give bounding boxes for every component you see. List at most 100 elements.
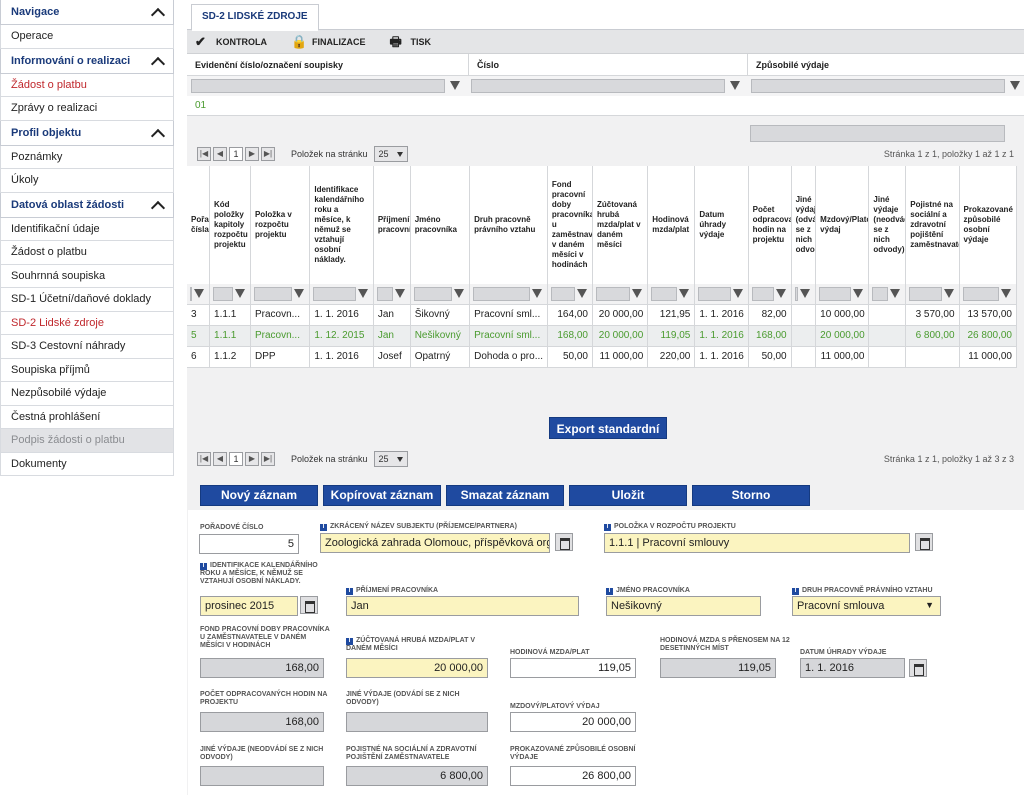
last-page-button[interactable]: ▶|: [261, 452, 275, 466]
list-picker-icon[interactable]: [915, 533, 933, 551]
finalizace-button[interactable]: 🔒 FINALIZACE: [291, 34, 366, 49]
filter-input[interactable]: [698, 286, 743, 301]
column-header[interactable]: Druh pracovně právního vztahu: [469, 166, 548, 284]
druh-select[interactable]: Pracovní smlouva ▼: [792, 596, 941, 616]
column-header[interactable]: Příjmení pracovníka: [373, 166, 411, 284]
column-header[interactable]: Jiné výdaje (neodvádí se z nich odvody): [868, 166, 907, 284]
filter-input[interactable]: [413, 286, 465, 301]
sidebar-item-poznamky[interactable]: Poznámky: [0, 145, 174, 169]
export-standard-button[interactable]: Export standardní: [549, 417, 667, 439]
sidebar-item-zpravy[interactable]: Zprávy o realizaci: [0, 97, 174, 121]
copy-record-button[interactable]: Kopírovat záznam: [323, 485, 441, 506]
table-row[interactable]: 5 1.1.1 Pracovn... 1. 12. 2015 Jan Nešikovný P…: [187, 325, 1018, 347]
tab-sd2-lidske-zdroje[interactable]: SD-2 LIDSKÉ ZDROJE: [191, 4, 319, 31]
calendar-icon[interactable]: [300, 596, 318, 614]
first-page-button[interactable]: |◀: [197, 452, 211, 466]
filter-input[interactable]: [253, 286, 305, 301]
sidebar-item-sd3[interactable]: SD-3 Cestovní náhrady: [0, 335, 174, 359]
column-header[interactable]: Číslo: [469, 54, 748, 75]
hruba-mzda-field[interactable]: 20 000,00: [346, 658, 488, 678]
tisk-button[interactable]: 🖶 TISK: [390, 34, 432, 49]
chevron-up-icon[interactable]: [151, 6, 163, 18]
cancel-button[interactable]: Storno: [692, 485, 810, 506]
sidebar-item-zadost-o-platbu[interactable]: Žádost o platbu: [0, 73, 174, 97]
sidebar-item-sd2[interactable]: SD-2 Lidské zdroje: [0, 311, 174, 335]
sidebar-section-informovani[interactable]: Informování o realizaci: [0, 48, 174, 74]
page-number[interactable]: 1: [229, 147, 243, 161]
polozka-field[interactable]: 1.1.1 | Pracovní smlouvy: [604, 533, 910, 553]
jmeno-field[interactable]: Nešikovný: [606, 596, 761, 616]
prijmeni-field[interactable]: Jan: [346, 596, 579, 616]
column-header[interactable]: Prokazované způsobilé osobní výdaje: [959, 166, 1018, 284]
subjekt-field[interactable]: Zoologická zahrada Olomouc, příspěvková …: [320, 533, 550, 553]
column-header[interactable]: Hodinová mzda/plat: [647, 166, 696, 284]
kontrola-button[interactable]: ✔ KONTROLA: [195, 34, 267, 49]
sidebar-item-ukoly[interactable]: Úkoly: [0, 169, 174, 193]
new-record-button[interactable]: Nový záznam: [200, 485, 318, 506]
chevron-up-icon[interactable]: [151, 55, 163, 67]
filter-input[interactable]: [751, 79, 1020, 93]
poradove-cislo-field[interactable]: 5: [199, 534, 299, 554]
column-header[interactable]: Identifikace kalendářního roku a měsíce,…: [309, 166, 374, 284]
table-row[interactable]: 3 1.1.1 Pracovn... 1. 1. 2016 Jan Šikovný Prac…: [187, 304, 1018, 326]
save-button[interactable]: Uložit: [569, 485, 687, 506]
column-header[interactable]: Pojistné na sociální a zdravotní pojiště…: [905, 166, 960, 284]
column-header[interactable]: Počet odpracovaných hodin na projektu: [748, 166, 792, 284]
prev-page-button[interactable]: ◀: [213, 452, 227, 466]
prev-page-button[interactable]: ◀: [213, 147, 227, 161]
filter-input[interactable]: [313, 286, 369, 301]
horizontal-scrollbar[interactable]: [750, 125, 1005, 142]
sidebar-item-nezpusobile[interactable]: Nezpůsobilé výdaje: [0, 382, 174, 406]
filter-input[interactable]: [794, 286, 809, 301]
page-number[interactable]: 1: [229, 452, 243, 466]
column-header[interactable]: Evidenční číslo/označení soupisky: [187, 54, 469, 75]
column-header[interactable]: Jméno pracovníka: [410, 166, 471, 284]
filter-input[interactable]: [473, 286, 542, 301]
column-header[interactable]: Zúčtovaná hrubá mzda/plat v daném měsíci: [592, 166, 649, 284]
filter-input[interactable]: [190, 286, 205, 301]
filter-input[interactable]: [213, 286, 245, 301]
first-page-button[interactable]: |◀: [197, 147, 211, 161]
column-header[interactable]: Kód položky kapitoly rozpočtu projektu: [209, 166, 251, 284]
calendar-icon[interactable]: [909, 659, 927, 677]
filter-input[interactable]: [550, 286, 588, 301]
column-header[interactable]: Fond pracovní doby pracovníka u zaměstna…: [547, 166, 593, 284]
column-header[interactable]: Datum úhrady výdaje: [694, 166, 749, 284]
sidebar-section-navigace[interactable]: Navigace: [0, 0, 174, 25]
filter-input[interactable]: [751, 286, 786, 301]
identifikace-field[interactable]: prosinec 2015: [200, 596, 298, 616]
chevron-up-icon[interactable]: [151, 127, 163, 139]
filter-input[interactable]: [909, 286, 954, 301]
table-row[interactable]: 6 1.1.2 DPP 1. 1. 2016 Josef Opatrný Dohoda o …: [187, 346, 1018, 368]
column-header[interactable]: Položka v rozpočtu projektu: [250, 166, 311, 284]
sidebar-item-cestna[interactable]: Čestná prohlášení: [0, 405, 174, 429]
delete-record-button[interactable]: Smazat záznam: [446, 485, 564, 506]
column-header[interactable]: Mzdový/Platový výdaj: [815, 166, 870, 284]
per-page-select[interactable]: 25: [373, 451, 408, 467]
filter-input[interactable]: [819, 286, 864, 301]
filter-input[interactable]: [471, 79, 740, 93]
chevron-up-icon[interactable]: [151, 199, 163, 211]
table-row[interactable]: 01: [187, 96, 1024, 116]
column-header[interactable]: Pořadí čísla: [187, 166, 211, 284]
sidebar-item-sd1[interactable]: SD-1 Účetní/daňové doklady: [0, 288, 174, 312]
sidebar-item-souhrnna[interactable]: Souhrnná soupiska: [0, 264, 174, 288]
list-picker-icon[interactable]: [555, 533, 573, 551]
filter-input[interactable]: [191, 79, 460, 93]
sidebar-section-profil[interactable]: Profil objektu: [0, 120, 174, 146]
sidebar-item-dokumenty[interactable]: Dokumenty: [0, 452, 174, 476]
column-header[interactable]: Způsobilé výdaje: [748, 54, 1024, 75]
filter-input[interactable]: [651, 286, 690, 301]
sidebar-item-operace[interactable]: Operace: [0, 25, 174, 49]
sidebar-item-zadost[interactable]: Žádost o platbu: [0, 241, 174, 265]
per-page-select[interactable]: 25: [373, 146, 408, 162]
filter-input[interactable]: [962, 286, 1012, 301]
next-page-button[interactable]: ▶: [245, 452, 259, 466]
column-header[interactable]: Jiné výdaje (odvádí se z nich odvody): [791, 166, 817, 284]
filter-input[interactable]: [376, 286, 405, 301]
sidebar-item-soupiska-prijmu[interactable]: Soupiska příjmů: [0, 358, 174, 382]
filter-input[interactable]: [595, 286, 643, 301]
sidebar-section-datova-oblast[interactable]: Datová oblast žádosti: [0, 192, 174, 218]
filter-input[interactable]: [872, 286, 901, 301]
last-page-button[interactable]: ▶|: [261, 147, 275, 161]
